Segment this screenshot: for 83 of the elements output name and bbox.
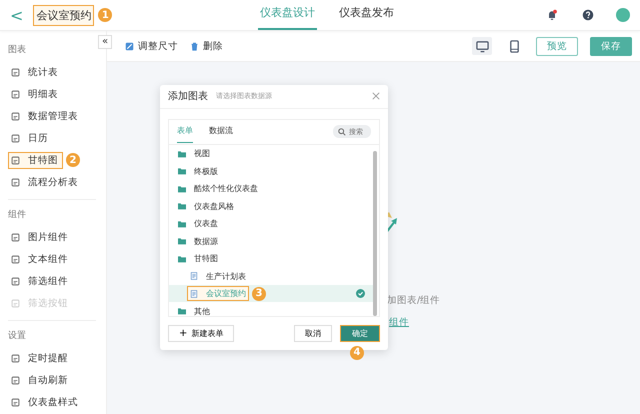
toolbar-button[interactable]: 删除 <box>190 40 223 52</box>
tree-item: 甘特图 <box>175 251 221 266</box>
sidebar-item[interactable]: 日历 <box>8 130 53 146</box>
bell-icon[interactable] <box>546 9 558 21</box>
trash-icon <box>190 42 199 50</box>
list-icon <box>11 68 20 76</box>
collapse-button[interactable]: « <box>98 35 112 49</box>
help-icon[interactable] <box>582 9 594 21</box>
list-icon <box>11 254 20 264</box>
step-badge: 1 <box>98 8 112 22</box>
tree-row[interactable]: 酷炫个性化仪表盘 <box>169 180 373 198</box>
list-icon <box>11 178 20 186</box>
list-icon <box>11 112 20 120</box>
sidebar-item[interactable]: 统计表 <box>8 64 63 80</box>
sidebar-item[interactable]: 自动刷新 <box>8 372 73 388</box>
tree-item: 视图 <box>175 146 213 162</box>
monitor-button[interactable] <box>472 37 492 55</box>
tree-item: 仪表盘风格 <box>175 198 237 214</box>
toolbar-button[interactable]: 调整尺寸 <box>125 40 178 52</box>
tree-item: 终极版 <box>175 164 221 179</box>
section-title: 设置 <box>8 330 26 343</box>
folder-icon <box>178 254 186 263</box>
sidebar-item[interactable]: 数据管理表 <box>8 108 83 124</box>
list-icon <box>11 398 20 406</box>
list-icon <box>11 376 20 384</box>
confirm-button[interactable]: 确定 <box>340 324 380 342</box>
folder-icon <box>178 307 186 316</box>
folder-icon <box>178 202 186 210</box>
folder-icon <box>178 167 186 176</box>
tree-item: 仪表盘 <box>175 216 221 232</box>
sidebar-item[interactable]: 文本组件 <box>8 250 73 268</box>
tablet-icon <box>508 40 520 52</box>
sidebar-item[interactable]: 筛选组件 <box>8 272 73 290</box>
tree-item: 数据源 <box>175 234 221 249</box>
list-icon <box>11 232 20 242</box>
sidebar-item[interactable]: 甘特图 <box>8 152 63 168</box>
tree-row[interactable]: 生产计划表 <box>169 267 373 285</box>
tree-item: 酷炫个性化仪表盘 <box>175 181 261 196</box>
section-title: 组件 <box>8 208 26 222</box>
tree-row[interactable]: 视图 <box>169 144 373 162</box>
sidebar-item: 筛选按钮 <box>8 294 73 312</box>
section-title: 图表 <box>8 44 26 57</box>
scrollbar[interactable] <box>373 150 377 316</box>
step-badge: 3 <box>252 286 266 301</box>
dialog-tab[interactable]: 数据流 <box>209 120 233 144</box>
sidebar-item[interactable]: 图片组件 <box>8 228 73 246</box>
folder-icon <box>178 184 186 193</box>
step-badge: 4 <box>350 346 364 360</box>
monitor-icon <box>476 40 488 52</box>
tree-row[interactable]: 其他 <box>169 302 373 316</box>
cancel-button[interactable]: 取消 <box>294 324 332 342</box>
step-badge: 2 <box>66 153 80 167</box>
tree-row[interactable]: 仪表盘风格 <box>169 197 373 215</box>
tree-row[interactable]: 终极版 <box>169 162 373 180</box>
list-icon <box>11 90 20 98</box>
tree-row[interactable]: 仪表盘 <box>169 214 373 232</box>
close-icon[interactable] <box>372 92 380 100</box>
tree-row[interactable]: 甘特图 <box>169 250 373 268</box>
sidebar-item[interactable]: 明细表 <box>8 86 63 102</box>
empty-hint: 加图表/组件 <box>387 294 440 307</box>
resize-icon <box>125 42 134 50</box>
document-icon <box>190 272 198 280</box>
check-icon <box>356 289 365 298</box>
list-icon <box>11 276 20 286</box>
tree-item: 生产计划表 <box>187 268 249 284</box>
sidebar-item[interactable]: 流程分析表 <box>8 174 83 190</box>
header-tab[interactable]: 仪表盘发布 <box>337 0 396 30</box>
sidebar-item[interactable]: 定时提醒 <box>8 350 73 366</box>
sidebar-item[interactable]: 仪表盘样式 <box>8 394 83 410</box>
document-icon <box>190 290 198 298</box>
folder-icon <box>178 150 186 158</box>
folder-icon <box>178 220 186 228</box>
list-icon <box>11 134 20 142</box>
tree-item: 会议室预约 <box>187 286 249 302</box>
page-title: 会议室预约 <box>33 4 94 26</box>
new-form-button[interactable]: + 新建表单 <box>168 324 234 342</box>
folder-icon <box>178 237 186 246</box>
tree-item: 其他 <box>175 304 213 316</box>
list-icon <box>11 354 20 362</box>
dialog-title: 添加图表 <box>168 90 208 104</box>
list-icon <box>11 156 20 164</box>
tree-row[interactable]: 数据源 <box>169 232 373 250</box>
list-icon <box>11 298 20 308</box>
